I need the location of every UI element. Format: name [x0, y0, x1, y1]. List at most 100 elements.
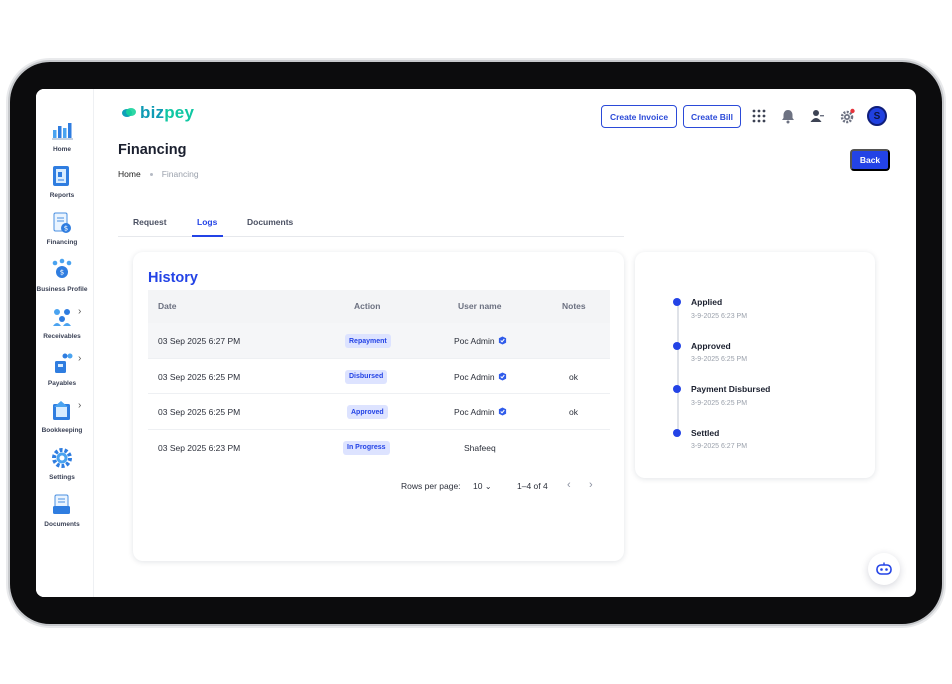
sidebar-item-reports[interactable]: Reports — [36, 163, 88, 199]
timeline-step-title: Approved — [691, 341, 731, 351]
sidebar-item-settings[interactable]: Settings — [36, 445, 88, 481]
verified-user-icon — [498, 371, 506, 381]
bookkeeping-icon — [53, 401, 70, 420]
timeline-step-time: 3-9-2025 6:25 PM — [691, 356, 748, 363]
documents-icon — [53, 494, 70, 514]
timeline-step-time: 3-9-2025 6:25 PM — [691, 400, 748, 407]
timeline-step-title: Applied — [691, 297, 723, 307]
breadcrumb-separator — [149, 172, 153, 176]
timeline-dot — [673, 385, 681, 393]
pagination-range: 1–4 of 4 — [517, 481, 548, 491]
sidebar-item-bookkeeping[interactable]: › Bookkeeping — [36, 398, 88, 434]
timeline-dot — [673, 298, 681, 306]
support-chat-button[interactable] — [868, 553, 900, 585]
sidebar-item-label: Financing — [46, 239, 78, 246]
financing-icon: $ — [53, 212, 71, 233]
svg-text:$: $ — [60, 269, 64, 277]
breadcrumb-current: Financing — [161, 169, 199, 179]
chevron-right-icon[interactable]: › — [78, 353, 81, 364]
status-badge: In Progress — [343, 440, 390, 455]
payables-icon — [55, 353, 73, 373]
table-row[interactable]: 03 Sep 2025 6:27 PM Repayment Poc Admin — [148, 323, 610, 359]
sidebar-item-receivables[interactable]: › Receivables — [36, 304, 88, 340]
cell-date: 03 Sep 2025 6:27 PM — [158, 336, 241, 346]
sidebar-item-label: Payables — [47, 380, 77, 387]
column-header-action[interactable]: Action — [354, 301, 380, 311]
sidebar-item-documents[interactable]: Documents — [36, 492, 88, 528]
cell-date: 03 Sep 2025 6:25 PM — [158, 407, 241, 417]
cell-user: Shafeeq — [464, 442, 496, 453]
gear-icon — [52, 448, 72, 468]
timeline-dot — [673, 429, 681, 437]
status-timeline-card: Applied 3-9-2025 6:23 PM Approved 3-9-20… — [635, 252, 875, 478]
sidebar-item-label: Settings — [49, 474, 75, 481]
avatar[interactable]: S — [867, 106, 887, 126]
sidebar-item-label: Bookkeeping — [41, 427, 83, 434]
rows-per-page-select[interactable]: 10 ⌄ — [473, 481, 492, 491]
chevron-right-icon[interactable]: › — [78, 306, 81, 317]
cell-notes: ok — [569, 407, 578, 417]
cell-notes: ok — [569, 371, 578, 382]
chevron-right-icon[interactable]: › — [78, 400, 81, 411]
history-card: History Date Action User name Notes 03 S… — [133, 252, 624, 561]
sidebar-item-label: Home — [52, 146, 72, 153]
svg-text:$: $ — [64, 225, 68, 233]
tab-logs[interactable]: Logs — [197, 217, 217, 227]
cell-date: 03 Sep 2025 6:25 PM — [158, 371, 241, 382]
home-chart-icon — [52, 123, 73, 140]
status-badge: Repayment — [345, 334, 391, 348]
gear-icon[interactable] — [839, 108, 855, 124]
app-screen: Home Reports $ Financing $ Business Prof… — [36, 89, 916, 597]
column-header-notes[interactable]: Notes — [562, 301, 586, 311]
sidebar-item-label: Reports — [49, 192, 75, 199]
timeline-dot — [673, 342, 681, 350]
brand-logo[interactable]: bizpey — [122, 103, 194, 123]
tab-bar: Request Logs Documents — [118, 207, 624, 237]
cell-user: Poc Admin — [454, 407, 507, 417]
verified-user-icon — [498, 407, 506, 416]
sidebar-item-financing[interactable]: $ Financing — [36, 210, 88, 246]
brand-logo-mark-icon — [122, 108, 136, 117]
timeline-step-title: Settled — [691, 428, 720, 438]
table-row[interactable]: 03 Sep 2025 6:23 PM In Progress Shafeeq — [148, 430, 610, 466]
tab-documents[interactable]: Documents — [247, 217, 293, 227]
breadcrumb-home[interactable]: Home — [118, 169, 141, 179]
sidebar-item-home[interactable]: Home — [36, 117, 88, 153]
rows-per-page-label: Rows per page: — [401, 481, 461, 491]
timeline-line — [677, 304, 679, 437]
tab-request[interactable]: Request — [133, 217, 167, 227]
sidebar-item-label: Documents — [44, 521, 80, 528]
column-header-date[interactable]: Date — [158, 301, 176, 311]
status-badge: Approved — [347, 405, 388, 419]
table-header: Date Action User name Notes — [148, 290, 610, 323]
sidebar-item-business-profile[interactable]: $ Business Profile — [36, 257, 88, 293]
history-title: History — [148, 270, 198, 286]
page-title: Financing — [118, 142, 187, 158]
back-button[interactable]: Back — [850, 149, 890, 171]
cell-user: Poc Admin — [454, 336, 507, 346]
brand-name: bizpey — [140, 103, 195, 122]
timeline-step-title: Payment Disbursed — [691, 384, 771, 394]
table-row[interactable]: 03 Sep 2025 6:25 PM Approved Poc Admin o… — [148, 394, 610, 430]
create-bill-button[interactable]: Create Bill — [683, 105, 741, 128]
cell-date: 03 Sep 2025 6:23 PM — [158, 442, 241, 453]
bell-icon[interactable] — [780, 108, 796, 124]
create-invoice-button[interactable]: Create Invoice — [601, 105, 677, 128]
history-table: Date Action User name Notes 03 Sep 2025 … — [148, 290, 610, 465]
column-header-user-name[interactable]: User name — [458, 301, 501, 311]
table-row[interactable]: 03 Sep 2025 6:25 PM Disbursed Poc Admin … — [148, 359, 610, 394]
sidebar: Home Reports $ Financing $ Business Prof… — [36, 89, 94, 597]
verified-user-icon — [498, 336, 506, 345]
breadcrumb: Home Financing — [118, 169, 199, 179]
next-page-icon[interactable]: › — [589, 479, 593, 491]
user-switch-icon[interactable] — [809, 108, 825, 124]
timeline-step-time: 3-9-2025 6:27 PM — [691, 443, 748, 450]
chevron-down-icon: ⌄ — [484, 482, 492, 491]
prev-page-icon[interactable]: ‹ — [567, 479, 571, 491]
reports-icon — [53, 166, 69, 186]
sidebar-item-payables[interactable]: › Payables — [36, 351, 88, 387]
support-bot-icon — [876, 562, 892, 575]
cell-user: Poc Admin — [454, 372, 507, 382]
notification-dot — [850, 108, 855, 114]
apps-grid-icon[interactable] — [751, 108, 767, 124]
